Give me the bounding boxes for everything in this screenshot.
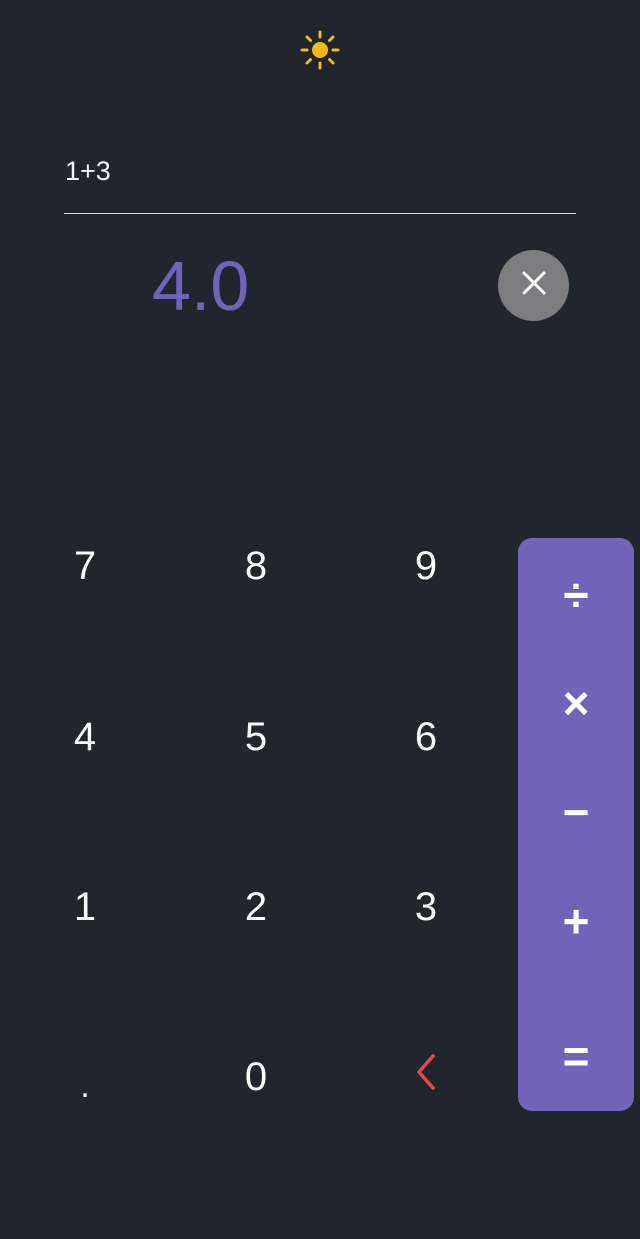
key-5[interactable]: 5 [171,652,341,822]
backspace-icon [411,1052,441,1102]
close-icon [519,268,549,303]
key-decimal[interactable]: . [0,992,170,1162]
theme-toggle-button[interactable] [298,30,342,74]
keypad: 7 8 9 4 5 6 1 2 3 . 0 [0,481,512,1161]
divide-button[interactable]: ÷ [518,550,634,640]
backspace-button[interactable] [341,992,511,1162]
expression-text: 1+3 [65,156,111,186]
clear-button[interactable] [498,250,569,321]
key-1[interactable]: 1 [0,822,170,992]
key-4[interactable]: 4 [0,652,170,822]
multiply-button[interactable]: × [518,658,634,748]
operator-panel: ÷ × − + = [518,538,634,1111]
result-display: 4.0 [152,247,250,325]
key-7[interactable]: 7 [0,481,170,651]
equals-button[interactable]: = [518,1011,634,1101]
key-9[interactable]: 9 [341,481,511,651]
key-3[interactable]: 3 [341,822,511,992]
expression-field[interactable]: 1+3 [64,150,576,214]
key-0[interactable]: 0 [171,992,341,1162]
add-button[interactable]: + [518,876,634,966]
subtract-button[interactable]: − [518,767,634,857]
key-2[interactable]: 2 [171,822,341,992]
key-6[interactable]: 6 [341,652,511,822]
key-8[interactable]: 8 [171,481,341,651]
sun-icon [300,30,340,75]
